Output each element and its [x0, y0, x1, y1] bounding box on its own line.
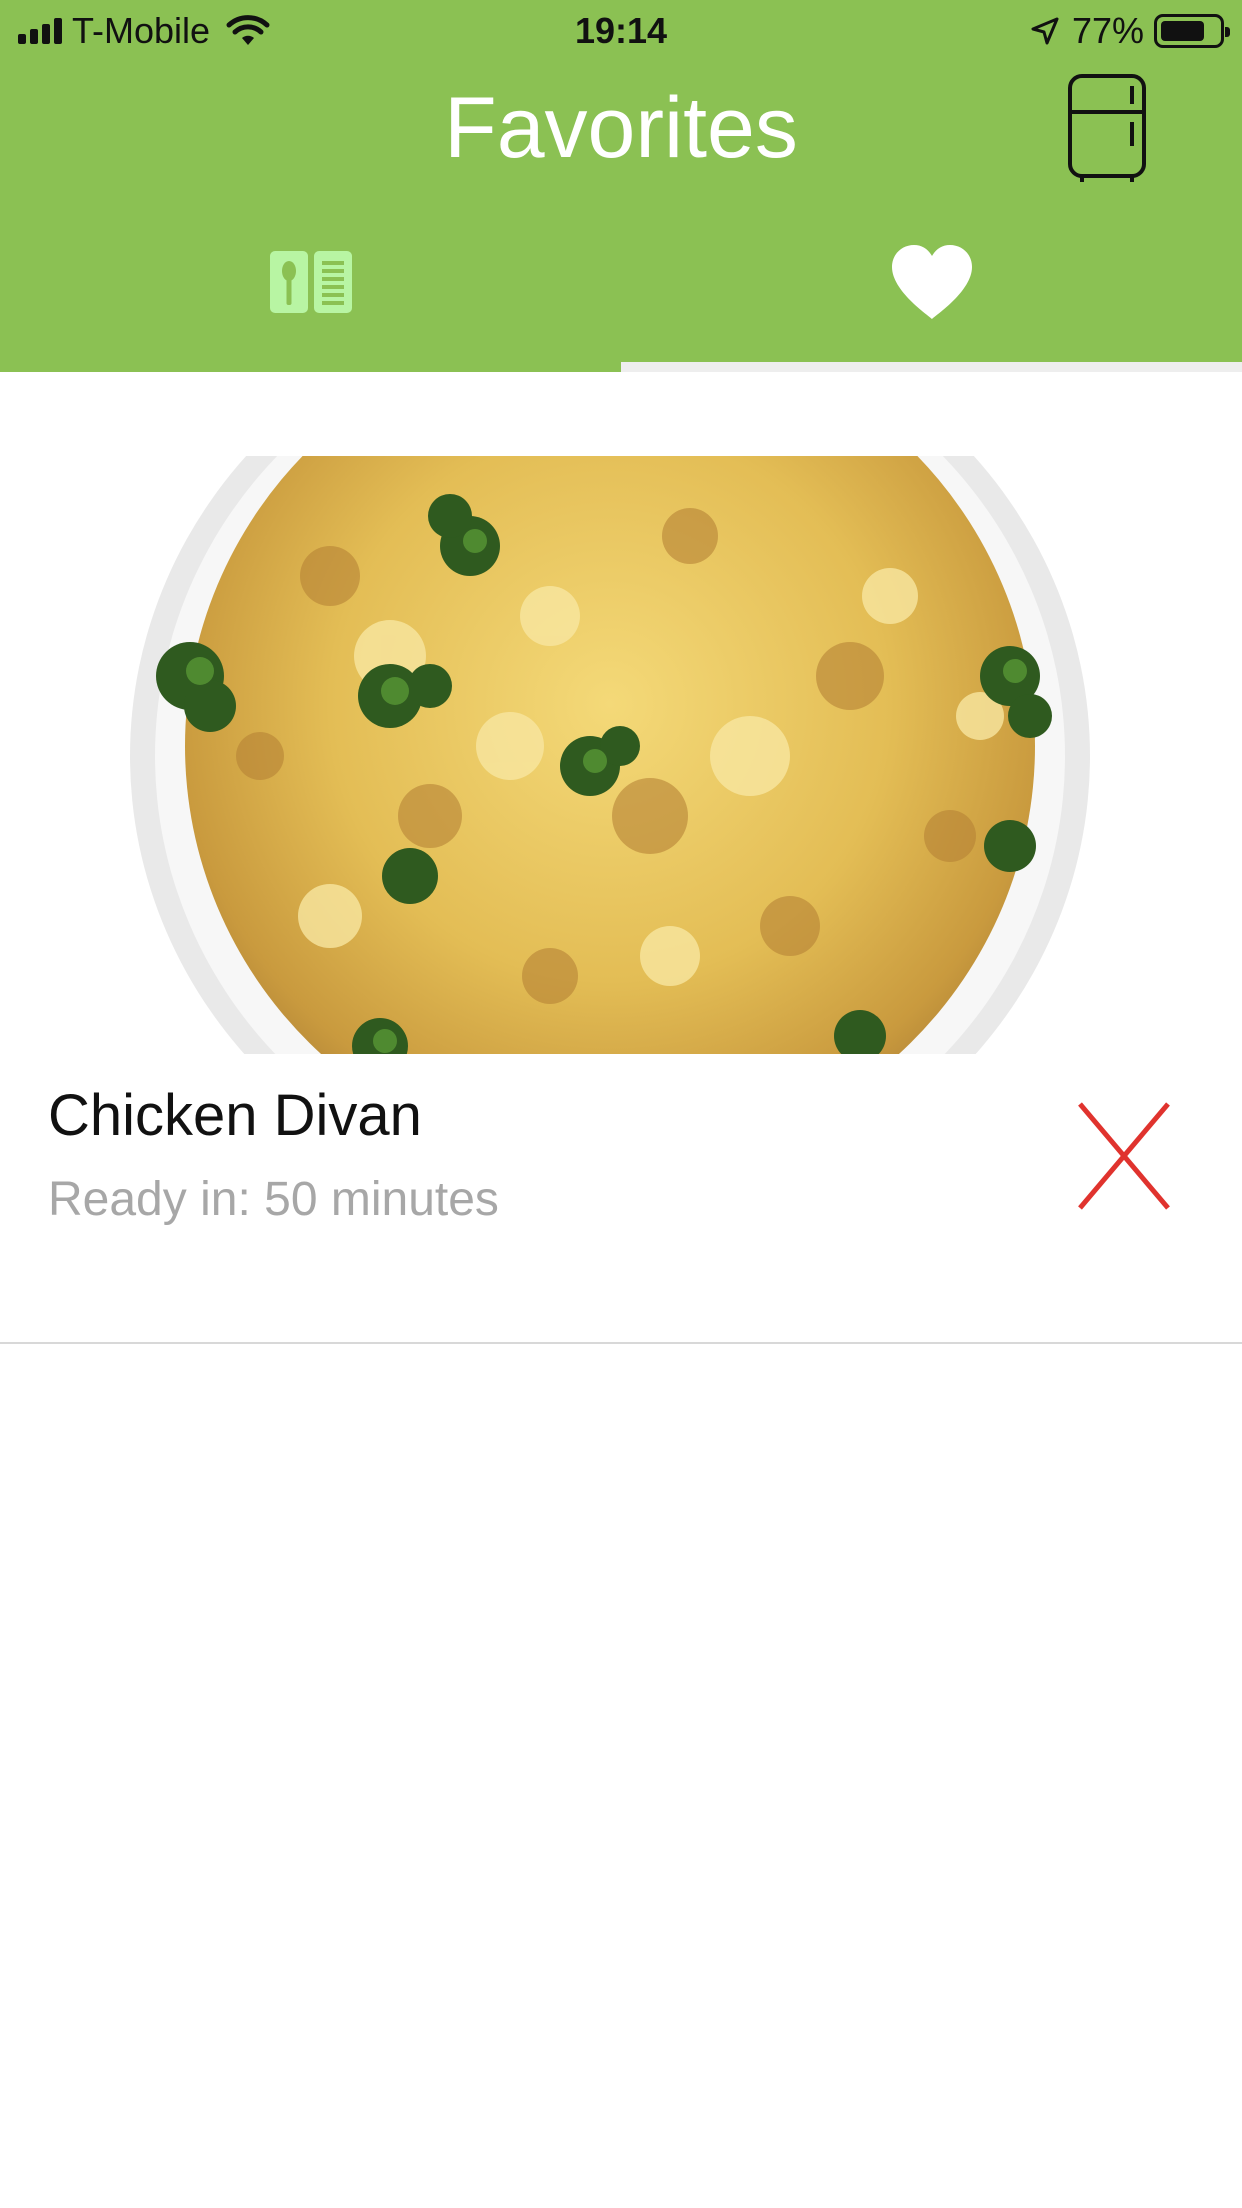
recipe-book-icon — [269, 251, 352, 313]
row-divider — [0, 1342, 1242, 1344]
cellular-signal-icon — [18, 18, 62, 44]
fridge-button[interactable] — [1062, 72, 1152, 184]
selected-tab-indicator — [621, 362, 1242, 372]
list-item[interactable]: Chicken Divan Ready in: 50 minutes — [0, 372, 1242, 1344]
status-left: T-Mobile — [18, 10, 270, 52]
tab-bar — [0, 212, 1242, 372]
close-icon — [1078, 1102, 1170, 1210]
tab-favorites[interactable] — [621, 212, 1242, 372]
page-title: Favorites — [444, 80, 798, 176]
casserole-photo — [130, 456, 1112, 1054]
status-bar: T-Mobile 19:14 77% — [0, 0, 1242, 62]
tab-recipes[interactable] — [0, 212, 621, 372]
battery-icon — [1154, 14, 1230, 48]
heart-icon — [891, 245, 972, 319]
recipe-title: Chicken Divan — [48, 1083, 422, 1148]
carrier-label: T-Mobile — [72, 10, 211, 51]
status-right: 77% — [1030, 10, 1230, 52]
location-arrow-icon — [1031, 17, 1059, 45]
wifi-icon — [226, 15, 270, 45]
remove-favorite-button[interactable] — [1078, 1102, 1170, 1210]
battery-level-fill — [1161, 21, 1205, 41]
fridge-icon — [1068, 74, 1146, 182]
battery-percent: 77% — [1071, 10, 1144, 51]
recipe-ready-time: Ready in: 50 minutes — [48, 1173, 499, 1226]
